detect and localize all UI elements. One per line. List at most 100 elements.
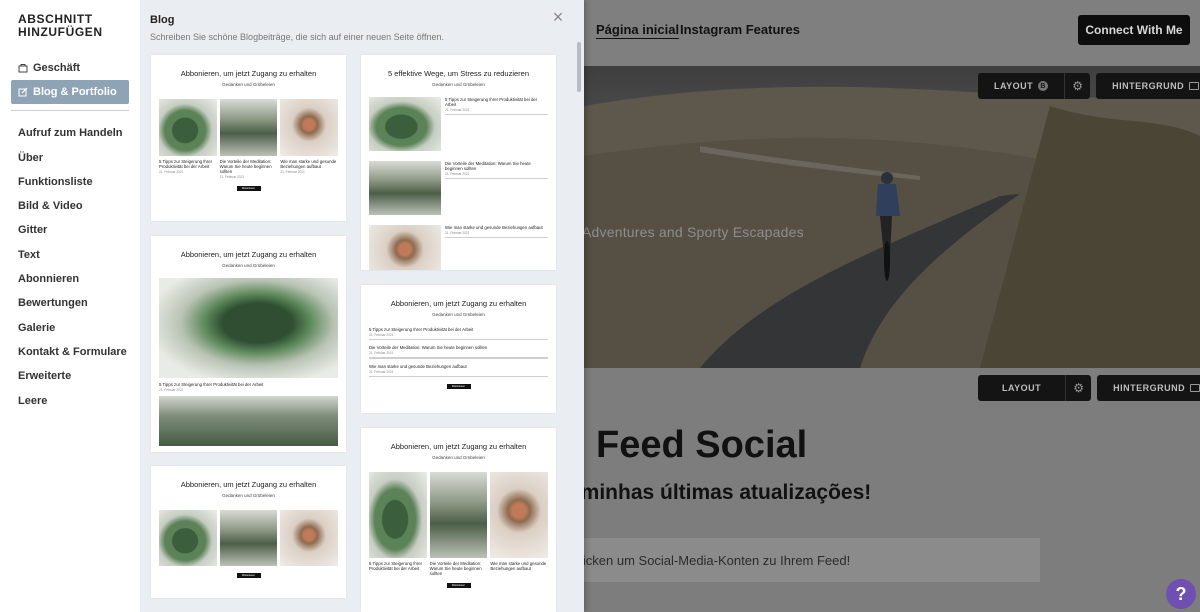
post-image [369,472,427,558]
template-card[interactable]: Abbonieren, um jetzt Zugang zu erhalten … [151,466,346,598]
card-title: Abbonieren, um jetzt Zugang zu erhalten [180,480,317,489]
template-card[interactable]: Abbonieren, um jetzt Zugang zu erhalten … [361,428,556,612]
category-label: Geschäft [33,62,81,74]
connect-button[interactable]: Connect With Me [1078,15,1190,45]
nav-link-instagram[interactable]: Instagram Features [680,22,800,37]
add-section-panel: ABSCHNITT HINZUFÜGEN Geschäft Blog & Por… [0,0,584,612]
post-title: Die Vorteile der Meditation: Warum Sie h… [429,561,482,576]
category-item[interactable]: Aufruf zum Handeln [11,121,129,145]
post-image [280,510,339,566]
gear-icon[interactable]: ⚙ [1064,73,1090,99]
template-card[interactable]: Abbonieren, um jetzt Zugang zu erhalten … [151,236,346,452]
category-item[interactable]: Leere [11,389,129,413]
card-subtitle: Gedanken und Grübeleien [432,455,485,460]
post-image [159,278,338,378]
gallery-heading: Blog [150,14,175,26]
bag-icon [18,63,28,73]
post-title: Wie man starke und gesunde Beziehungen a… [490,561,547,571]
scrollbar[interactable] [577,42,581,92]
post-list-item: Wie man starke und gesunde Beziehungen a… [361,225,556,270]
section-toolbar-bottom: LAYOUT ⚙ HINTERGRUND [978,375,1200,401]
layout-label: LAYOUT [1002,383,1042,393]
post-title: Die Vorteile der Meditation: Warum Sie h… [369,345,488,351]
post-date: 21. Februar 2021 [369,369,394,374]
card-subtitle: Gedanken und Grübeleien [222,493,275,498]
post-list-item: 5 Tipps zur Steigerung Ihrer Produktivit… [361,97,556,151]
feed-subtitle: n minhas últimas atualizações! [562,481,872,504]
background-control: HINTERGRUND [1096,73,1200,99]
card-subtitle: Gedanken und Grübeleien [222,82,275,87]
background-button[interactable]: HINTERGRUND [1096,73,1200,99]
category-item[interactable]: Gitter [11,218,129,242]
card-button: Weiterlesen [236,186,261,191]
blog-template-gallery: Blog Schreiben Sie schöne Blogbeiträge, … [140,0,584,612]
category-item[interactable]: Abonnieren [11,267,129,291]
post-title: 5 Tipps zur Steigerung Ihrer Produktivit… [445,97,538,107]
image-icon [1190,384,1200,392]
section-toolbar-top: LAYOUT B ⚙ HINTERGRUND [978,73,1200,99]
template-card[interactable]: Abbonieren, um jetzt Zugang zu erhalten … [151,55,346,221]
post-image [369,97,441,151]
thumbnail-row [151,99,346,156]
post-image [369,225,441,270]
post-date: 21. Februar 2021 [280,170,305,174]
card-subtitle: Gedanken und Grübeleien [432,312,485,317]
template-card[interactable]: 5 effektive Wege, um Stress zu reduziere… [361,55,556,270]
post-title: Wie man starke und gesunde Beziehungen a… [280,159,337,169]
feed-title: Feed Social [596,424,808,466]
category-item[interactable]: Galerie [11,316,129,340]
thumbnail-row [151,510,346,566]
post-title: 5 Tipps zur Steigerung Ihrer Produktivit… [159,159,213,169]
post-image [429,472,488,558]
category-item[interactable]: Bewertungen [11,291,129,315]
template-card[interactable]: Abbonieren, um jetzt Zugang zu erhalten … [361,285,556,413]
gear-icon[interactable]: ⚙ [1065,375,1091,401]
post-title: Wie man starke und gesunde Beziehungen a… [445,225,543,230]
post-title: Die Vorteile der Meditation: Warum Sie h… [445,161,531,171]
background-button[interactable]: HINTERGRUND [1097,375,1200,401]
panel-title: ABSCHNITT HINZUFÜGEN [18,12,103,39]
layout-control: LAYOUT B ⚙ [978,73,1091,99]
category-item[interactable]: Kontakt & Formulare [11,340,129,364]
layout-control: LAYOUT ⚙ [978,375,1092,401]
card-title: Abbonieren, um jetzt Zugang zu erhalten [180,69,317,78]
category-item[interactable]: Funktionsliste [11,170,129,194]
nav-link-home[interactable]: Página inicial [596,22,680,39]
category-item[interactable]: Über [11,146,129,170]
post-list-item: Die Vorteile der Meditation: Warum Sie h… [361,161,556,215]
category-item[interactable]: Text [11,243,129,267]
category-item[interactable]: Bild & Video [11,194,129,218]
post-date: 21. Februar 2021 [159,170,184,174]
post-date: 21. Februar 2021 [445,108,470,112]
close-icon[interactable]: × [550,8,566,26]
card-button: Weiterlesen [446,583,471,588]
edit-icon [18,87,28,97]
layout-button[interactable]: LAYOUT B [978,73,1064,99]
post-date: 21. Februar 2021 [159,388,184,392]
post-title: Die Vorteile der Meditation: Warum Sie h… [219,159,272,174]
post-titles-row: 5 Tipps zur Steigerung Ihrer Produktivit… [151,159,346,179]
background-label: HINTERGRUND [1112,81,1185,91]
help-button[interactable]: ? [1166,579,1196,609]
hero-caption: Adventures and Sporty Escapades [582,224,804,240]
gallery-description: Schreiben Sie schöne Blogbeiträge, die s… [150,32,445,42]
post-image [219,99,278,156]
feed-notice-text: licken um Social-Media-Konten zu Ihrem F… [580,552,851,568]
card-subtitle: Gedanken und Grübeleien [432,82,485,87]
post-title: 5 Tipps zur Steigerung Ihrer Produktivit… [159,382,264,387]
background-control: HINTERGRUND [1097,375,1200,401]
post-titles-row: 5 Tipps zur Steigerung Ihrer Produktivit… [361,561,556,576]
category-item-blog-portfolio[interactable]: Blog & Portfolio [11,80,129,105]
post-title: 5 Tipps zur Steigerung Ihrer Produktivit… [369,327,474,332]
post-date: 21. Februar 2021 [219,175,245,179]
post-title: 5 Tipps zur Steigerung Ihrer Produktivit… [369,561,423,571]
post-image [490,472,549,558]
card-title: Abbonieren, um jetzt Zugang zu erhalten [390,299,527,308]
layout-badge: B [1038,81,1049,91]
feed-notice[interactable]: licken um Social-Media-Konten zu Ihrem F… [562,538,1040,582]
layout-button[interactable]: LAYOUT [978,375,1065,401]
category-item[interactable]: Erweiterte [11,364,129,388]
category-item-geschaeft[interactable]: Geschäft [11,56,129,80]
post-image [369,161,441,215]
layout-label: LAYOUT [994,81,1034,91]
